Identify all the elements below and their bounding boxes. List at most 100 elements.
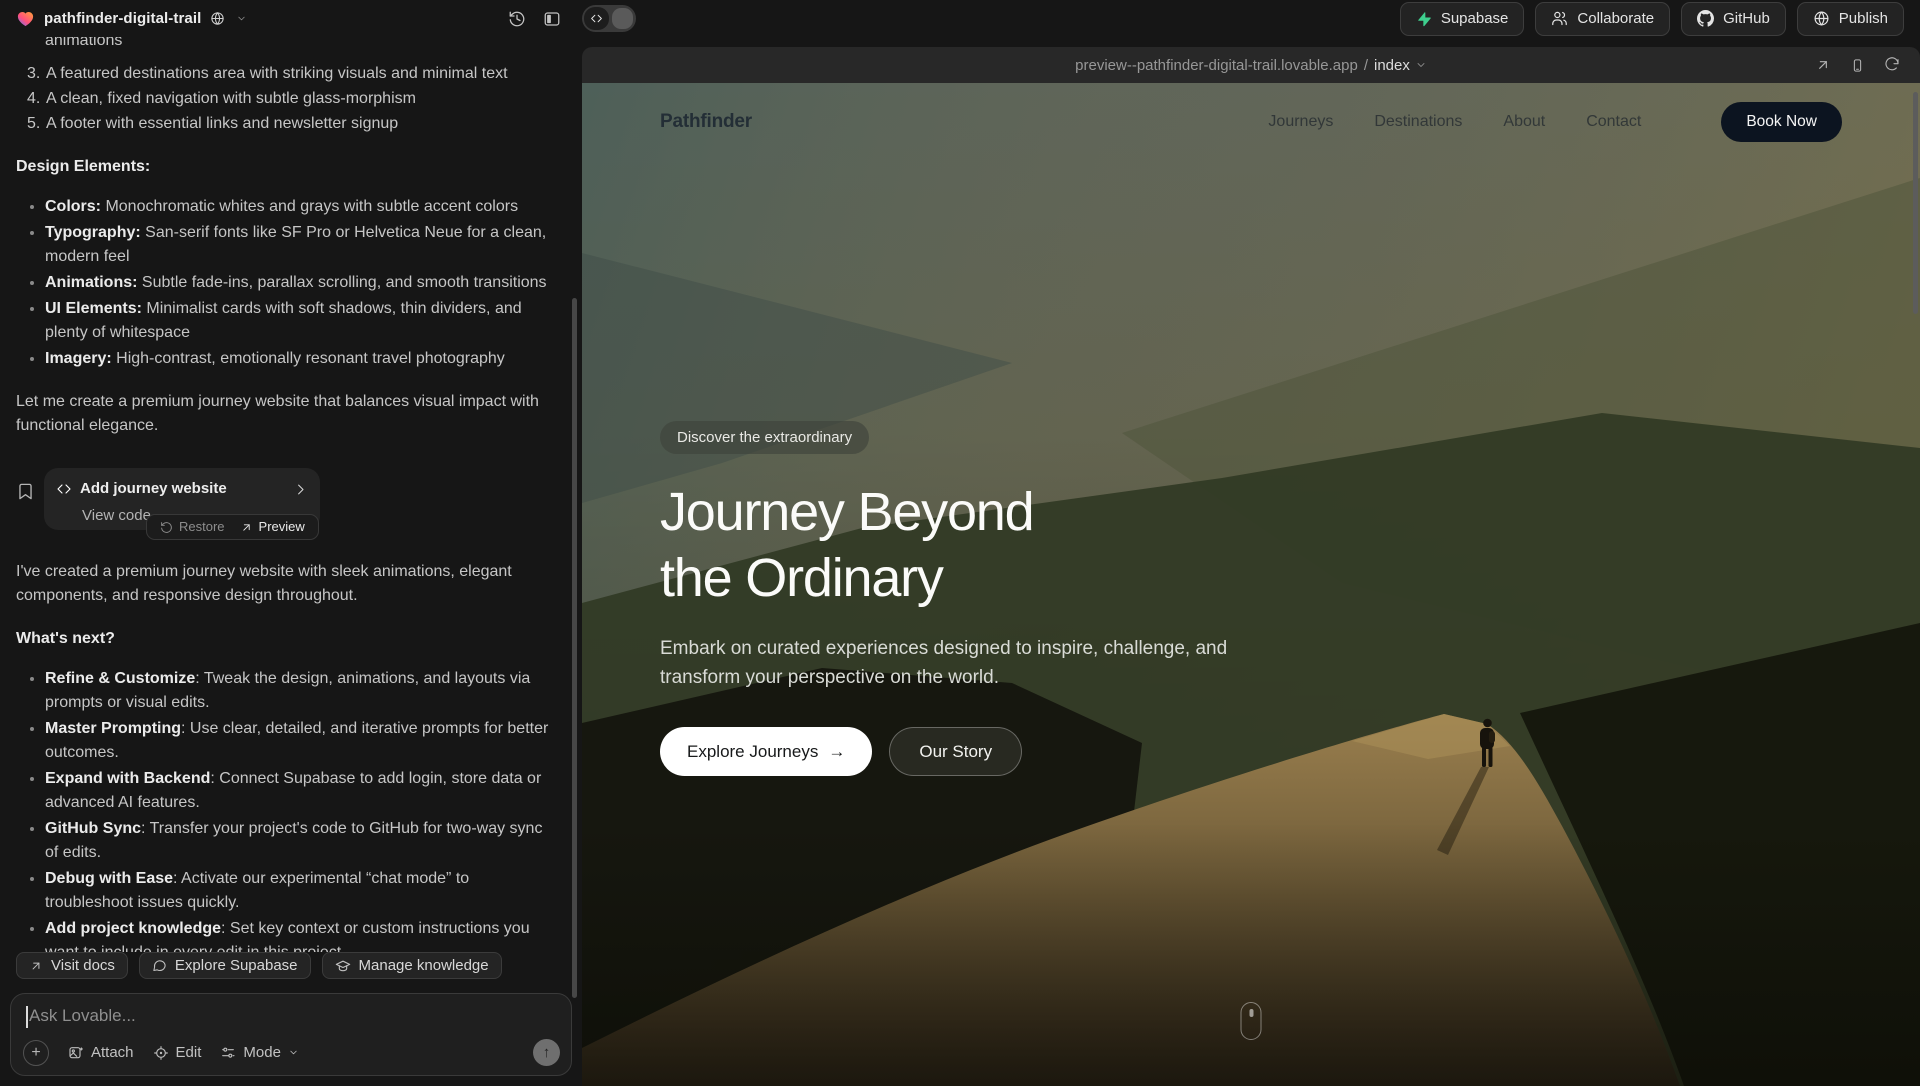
mode-selector[interactable]: Mode — [220, 1044, 299, 1061]
code-view-toggle[interactable] — [582, 5, 636, 32]
site-scrollbar[interactable] — [1913, 92, 1918, 314]
nav-link-contact[interactable]: Contact — [1586, 113, 1641, 131]
list-item: Imagery: High-contrast, emotionally reso… — [16, 347, 552, 371]
image-icon — [68, 1045, 84, 1061]
collaborate-button[interactable]: Collaborate — [1535, 2, 1670, 36]
github-icon — [1697, 10, 1714, 27]
lovable-heart-logo — [16, 9, 35, 28]
whats-next-heading: What's next? — [16, 630, 115, 647]
list-item: UI Elements: Minimalist cards with soft … — [16, 297, 552, 345]
send-button[interactable]: ↑ — [533, 1039, 560, 1066]
chat-panel: animations 3.A featured destinations are… — [0, 37, 582, 1086]
public-globe-icon — [210, 11, 225, 26]
preview-url-bar: preview--pathfinder-digital-trail.lovabl… — [582, 47, 1920, 83]
add-button[interactable]: + — [23, 1040, 49, 1066]
open-external-icon[interactable] — [1815, 57, 1831, 73]
book-now-button[interactable]: Book Now — [1721, 102, 1842, 142]
site-viewport: Pathfinder Journeys Destinations About C… — [582, 83, 1920, 1086]
chat-clipped-line: animations — [16, 37, 552, 53]
tool-card-title: Add journey website — [80, 477, 285, 501]
chevron-down-icon — [288, 1047, 299, 1058]
github-button[interactable]: GitHub — [1681, 2, 1786, 36]
list-item: Animations: Subtle fade-ins, parallax sc… — [16, 271, 552, 295]
list-item: Typography: San-serif fonts like SF Pro … — [16, 221, 552, 269]
graduation-cap-icon — [335, 958, 351, 974]
restore-preview-pill: Restore Preview — [146, 514, 319, 540]
explore-supabase-button[interactable]: Explore Supabase — [139, 952, 311, 979]
toggle-knob — [612, 8, 633, 29]
chevron-down-icon — [1415, 59, 1427, 71]
numbered-list: 3.A featured destinations area with stri… — [27, 62, 552, 136]
focus-target-icon — [153, 1045, 169, 1061]
supabase-bolt-icon — [1416, 11, 1432, 27]
list-item: 3.A featured destinations area with stri… — [27, 62, 552, 86]
edit-button[interactable]: Edit — [153, 1044, 202, 1061]
panel-left-icon[interactable] — [543, 10, 561, 28]
preview-page-selector[interactable]: index — [1374, 57, 1410, 74]
list-item: Debug with Ease: Activate our experiment… — [16, 867, 552, 915]
attach-button[interactable]: Attach — [68, 1044, 134, 1061]
hero-badge: Discover the extraordinary — [660, 421, 869, 454]
arrow-up-right-icon — [240, 521, 253, 534]
chat-bubble-icon — [152, 958, 167, 973]
restore-button[interactable]: Restore — [160, 515, 225, 539]
list-item: 4.A clean, fixed navigation with subtle … — [27, 87, 552, 111]
scroll-wheel-dot — [1249, 1009, 1253, 1017]
chat-paragraph: Let me create a premium journey website … — [16, 390, 552, 438]
design-elements-heading: Design Elements: — [16, 158, 150, 175]
chevron-down-icon — [236, 13, 247, 24]
list-item: Expand with Backend: Connect Supabase to… — [16, 767, 552, 815]
list-item: Colors: Monochromatic whites and grays w… — [16, 195, 552, 219]
preview-url[interactable]: preview--pathfinder-digital-trail.lovabl… — [1075, 57, 1358, 74]
chevron-right-icon — [293, 482, 308, 497]
list-item: 5.A footer with essential links and news… — [27, 112, 552, 136]
arrow-up-right-icon — [29, 959, 43, 973]
code-icon — [56, 481, 72, 497]
next-steps-list: Refine & Customize: Tweak the design, an… — [16, 667, 552, 952]
site-nav-bar: Pathfinder Journeys Destinations About C… — [582, 83, 1920, 161]
sliders-icon — [220, 1045, 236, 1061]
preview-panel: preview--pathfinder-digital-trail.lovabl… — [582, 47, 1920, 1086]
bookmark-icon[interactable] — [16, 482, 35, 501]
hero-section: Discover the extraordinary Journey Beyon… — [660, 421, 1320, 776]
chat-input[interactable] — [25, 1006, 557, 1026]
list-item: Master Prompting: Use clear, detailed, a… — [16, 717, 552, 765]
refresh-icon[interactable] — [1884, 57, 1900, 73]
nav-link-about[interactable]: About — [1503, 113, 1545, 131]
quick-actions-row: Visit docs Explore Supabase Manage knowl… — [0, 952, 582, 979]
hero-subtext: Embark on curated experiences designed t… — [660, 634, 1260, 692]
github-label: GitHub — [1723, 10, 1770, 27]
manage-knowledge-button[interactable]: Manage knowledge — [322, 952, 502, 979]
project-menu[interactable]: pathfinder-digital-trail — [16, 9, 247, 28]
nav-link-journeys[interactable]: Journeys — [1268, 113, 1333, 131]
explore-journeys-button[interactable]: Explore Journeys → — [660, 727, 872, 776]
chat-paragraph: I've created a premium journey website w… — [16, 560, 552, 608]
project-name: pathfinder-digital-trail — [44, 10, 201, 27]
collaborate-label: Collaborate — [1577, 10, 1654, 27]
chat-scrollbar[interactable] — [572, 298, 577, 998]
restore-icon — [160, 521, 173, 534]
our-story-button[interactable]: Our Story — [889, 727, 1022, 776]
list-item: Refine & Customize: Tweak the design, an… — [16, 667, 552, 715]
scroll-mouse-indicator — [1241, 1002, 1262, 1040]
hero-heading: Journey Beyond the Ordinary — [660, 479, 1320, 611]
supabase-button[interactable]: Supabase — [1400, 2, 1525, 36]
chat-composer: + Attach Edit Mode ↑ — [10, 993, 572, 1076]
mobile-view-icon[interactable] — [1850, 58, 1865, 73]
users-icon — [1551, 10, 1568, 27]
nav-link-destinations[interactable]: Destinations — [1374, 113, 1462, 131]
publish-button[interactable]: Publish — [1797, 2, 1904, 36]
list-item: GitHub Sync: Transfer your project's cod… — [16, 817, 552, 865]
publish-label: Publish — [1839, 10, 1888, 27]
site-logo[interactable]: Pathfinder — [660, 111, 752, 133]
design-elements-list: Colors: Monochromatic whites and grays w… — [16, 195, 552, 371]
list-item: Add project knowledge: Set key context o… — [16, 917, 552, 952]
chat-message-area: animations 3.A featured destinations are… — [0, 37, 582, 952]
history-icon[interactable] — [508, 10, 526, 28]
supabase-label: Supabase — [1441, 10, 1509, 27]
visit-docs-button[interactable]: Visit docs — [16, 952, 128, 979]
text-cursor — [26, 1006, 28, 1028]
arrow-right-icon: → — [828, 742, 845, 762]
preview-button[interactable]: Preview — [240, 515, 305, 539]
tool-call-block: Add journey website View code Restore Pr… — [16, 457, 552, 541]
